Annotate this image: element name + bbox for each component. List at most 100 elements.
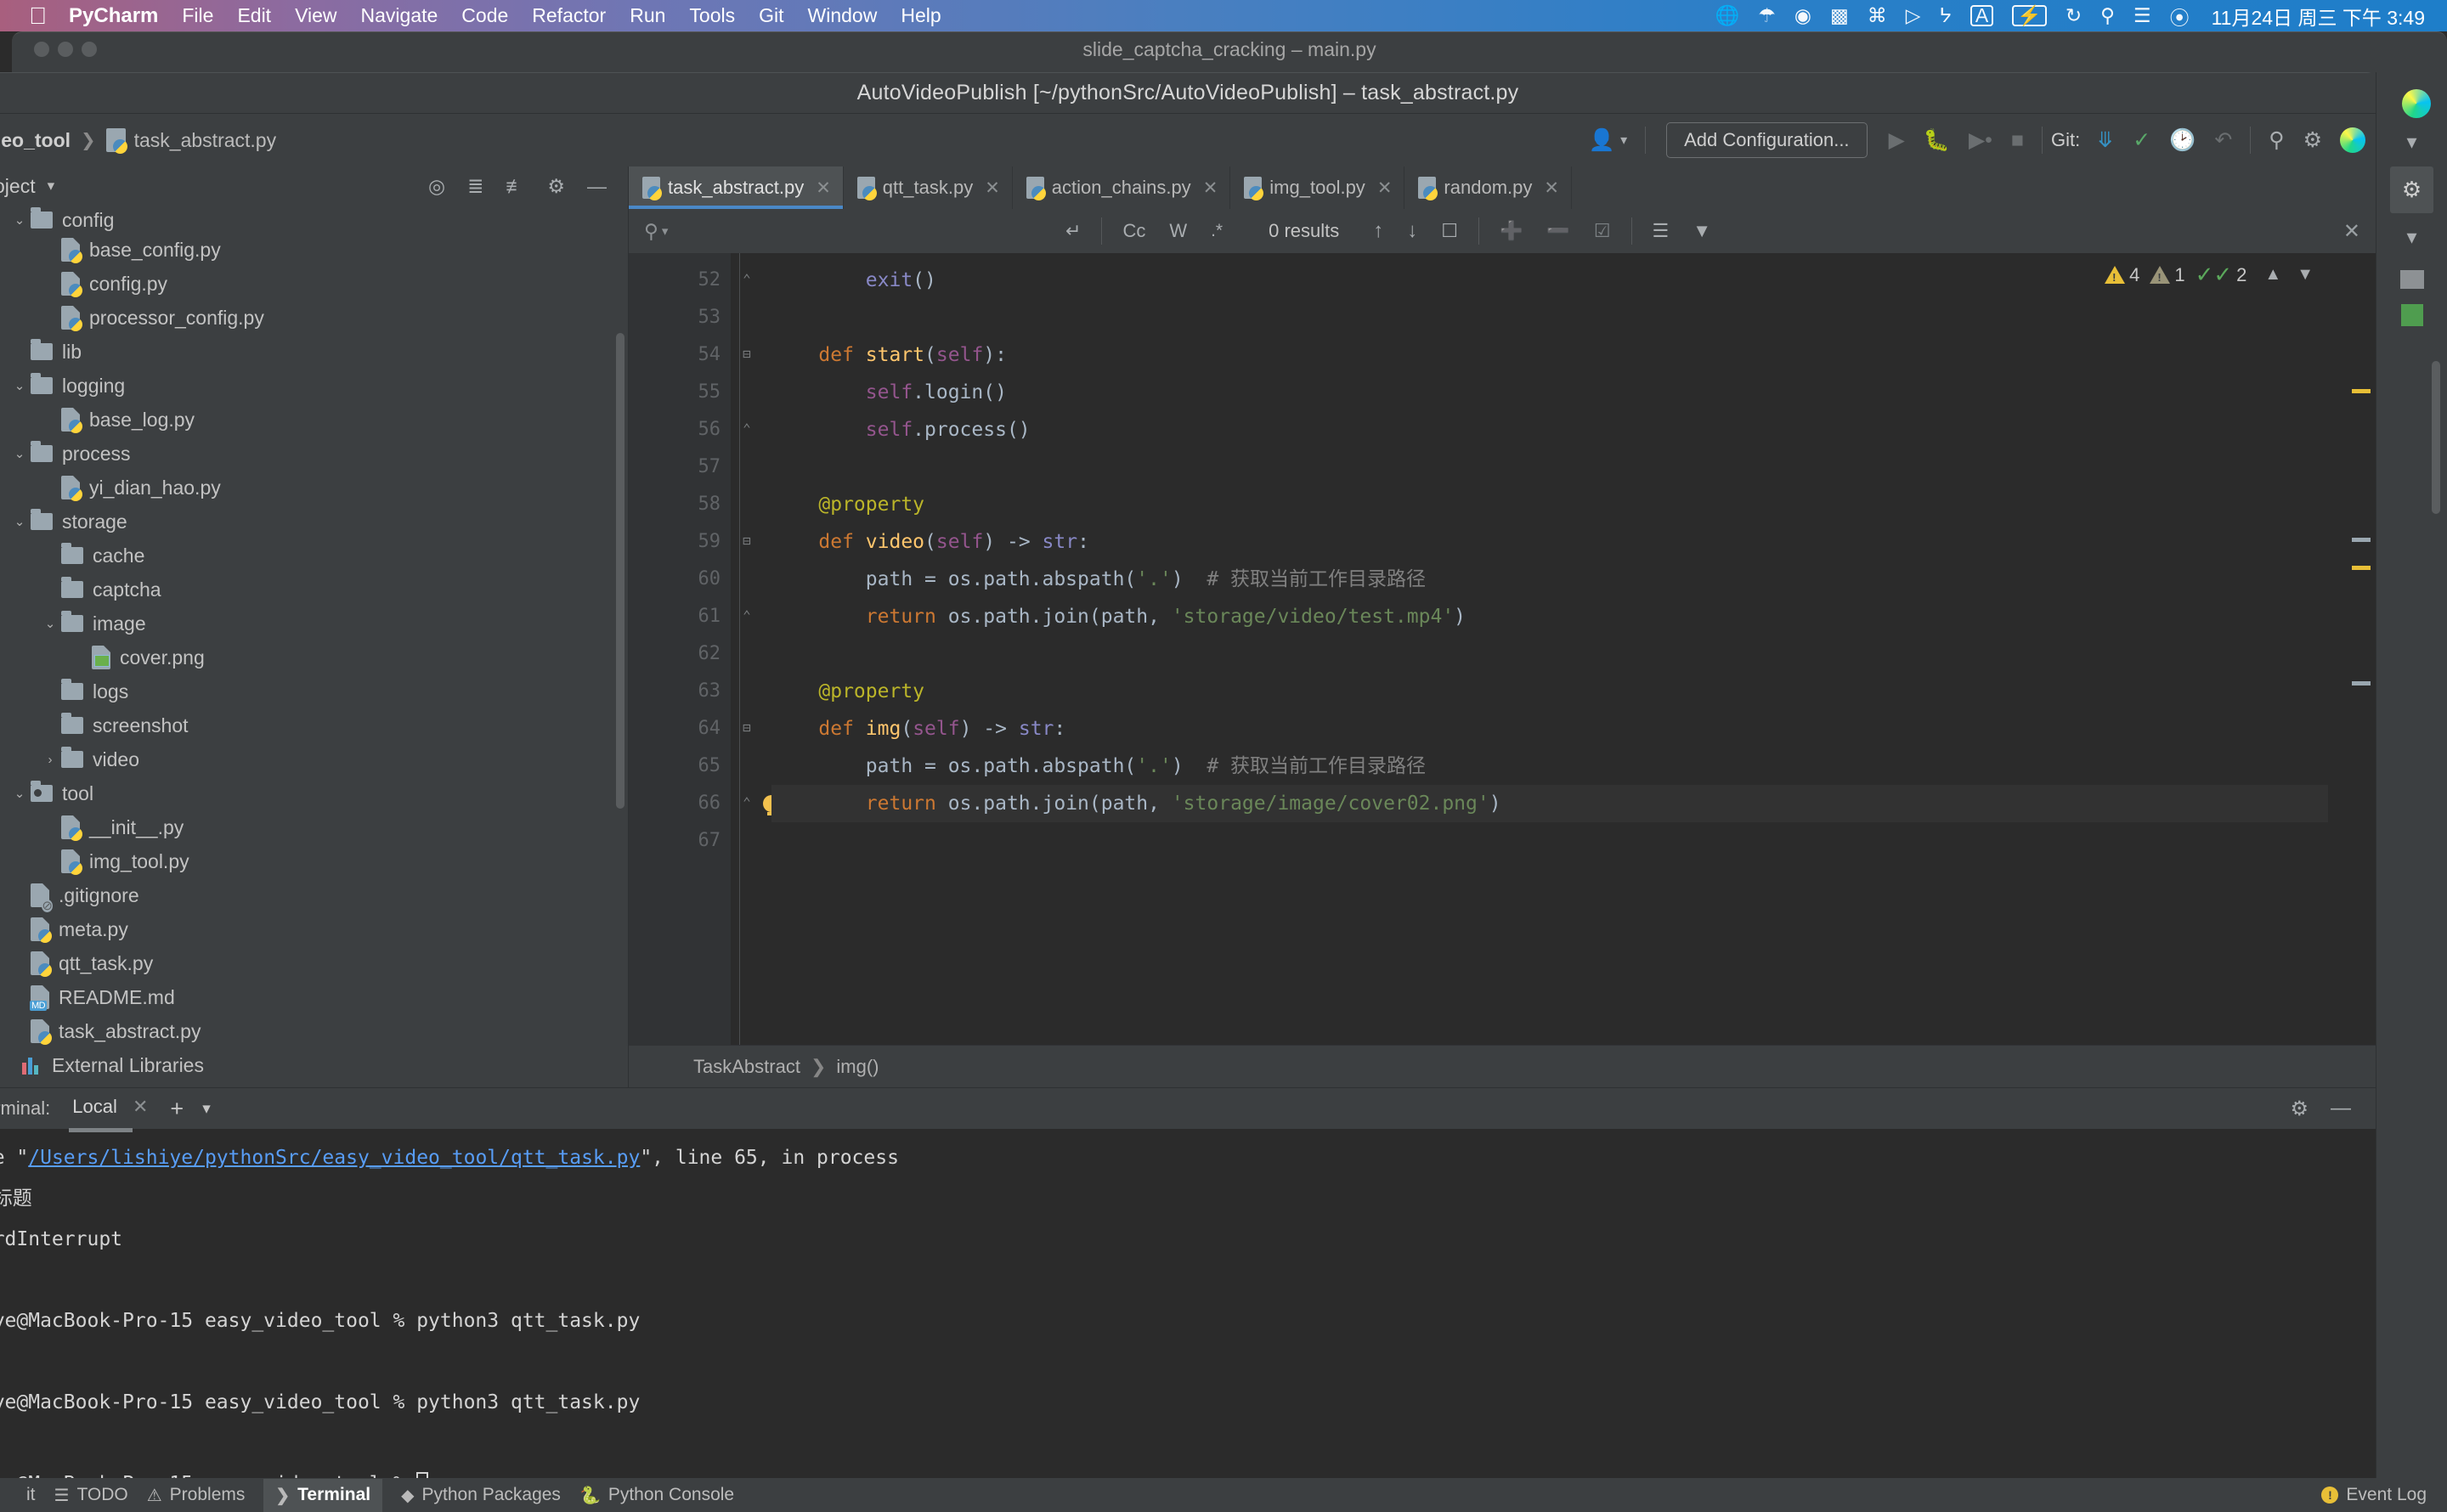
chevron-down-icon[interactable]: ⌄ bbox=[8, 446, 31, 461]
match-case-toggle[interactable]: Cc bbox=[1110, 220, 1157, 242]
words-toggle[interactable]: W bbox=[1157, 220, 1199, 242]
menu-app-name[interactable]: PyCharm bbox=[69, 4, 158, 28]
code-line[interactable] bbox=[771, 822, 2328, 860]
tree-node[interactable]: __init__.py bbox=[0, 810, 628, 844]
settings-gear-icon[interactable]: ⚙ bbox=[2279, 1097, 2320, 1121]
expand-all-icon[interactable]: ≣ bbox=[456, 175, 494, 198]
tree-node[interactable]: cache bbox=[0, 539, 628, 573]
line-number[interactable]: 63 bbox=[629, 673, 731, 710]
tree-node[interactable]: cover.png bbox=[0, 640, 628, 674]
chevron-down-icon[interactable]: ▼ bbox=[2289, 265, 2321, 285]
tree-node[interactable]: yi_dian_hao.py bbox=[0, 471, 628, 505]
tree-node[interactable]: External Libraries bbox=[0, 1048, 628, 1082]
code-line[interactable]: exit() bbox=[771, 262, 2328, 299]
code-line[interactable]: def start(self): bbox=[771, 336, 2328, 374]
tree-node[interactable]: › video bbox=[0, 742, 628, 776]
terminal-output[interactable]: ile "/Users/lishiye/pythonSrc/easy_video… bbox=[0, 1129, 2376, 1512]
input-source-icon[interactable]: A bbox=[1969, 5, 1994, 26]
line-number[interactable]: 66 ⌃ bbox=[629, 785, 780, 822]
tree-node[interactable]: README.md bbox=[0, 980, 628, 1014]
hide-icon[interactable]: — bbox=[576, 175, 618, 198]
editor-tab[interactable]: action_chains.py ✕ bbox=[1013, 166, 1231, 209]
close-icon[interactable]: ✕ bbox=[1203, 178, 1218, 199]
gutter-change-marker[interactable] bbox=[2352, 538, 2371, 542]
close-icon[interactable]: ✕ bbox=[2343, 219, 2376, 244]
code-line[interactable]: self.login() bbox=[771, 374, 2328, 411]
line-number[interactable]: 67 bbox=[629, 822, 731, 860]
tree-node[interactable]: meta.py bbox=[0, 912, 628, 946]
command-icon[interactable]: ⌘ bbox=[1868, 4, 1887, 27]
chevron-down-icon-2[interactable]: ▾ bbox=[2406, 213, 2416, 262]
code-line[interactable]: self.process() bbox=[771, 411, 2328, 449]
code-line[interactable] bbox=[771, 635, 2328, 673]
pycharm-logo-icon[interactable] bbox=[2340, 127, 2365, 153]
tree-node[interactable]: task_abstract.py bbox=[0, 1014, 628, 1048]
code-line[interactable]: path = os.path.abspath('.') # 获取当前工作目录路径 bbox=[771, 748, 2328, 785]
editor-right-gutter[interactable] bbox=[2328, 253, 2376, 1045]
line-number[interactable]: 56 ⌃ bbox=[629, 411, 751, 449]
tree-node[interactable]: processor_config.py bbox=[0, 301, 628, 335]
git-rollback-icon[interactable]: ↶ bbox=[2205, 127, 2241, 153]
gutter-warning-marker[interactable] bbox=[2352, 389, 2371, 393]
add-occurrence-icon[interactable]: ➕ bbox=[1488, 220, 1534, 242]
code-line[interactable] bbox=[771, 299, 2328, 336]
settings-gear-icon[interactable]: ⚙ bbox=[2294, 127, 2331, 153]
git-update-project-icon[interactable]: ⤋ bbox=[2087, 127, 2123, 153]
user-avatar-icon[interactable]: 👤 ▾ bbox=[1580, 128, 1636, 153]
code-line[interactable]: def img(self) -> str: bbox=[771, 710, 2328, 748]
tree-node[interactable]: ⌄ storage bbox=[0, 505, 628, 539]
locate-icon[interactable]: ◎ bbox=[417, 175, 456, 198]
code-line[interactable]: def video(self) -> str: bbox=[771, 523, 2328, 561]
code-line[interactable]: return os.path.join(path, 'storage/video… bbox=[771, 598, 2328, 635]
bluetooth-icon[interactable]: ᔭ bbox=[1939, 4, 1951, 27]
chevron-down-icon[interactable]: ⌄ bbox=[8, 212, 31, 228]
menu-run[interactable]: Run bbox=[630, 4, 665, 27]
line-number[interactable]: 58 bbox=[629, 486, 731, 523]
chevron-down-icon[interactable]: ⌄ bbox=[8, 378, 31, 393]
menu-icon[interactable] bbox=[2399, 270, 2424, 289]
line-number-gutter[interactable]: 52 ⌃ 53 54 ⊟ 55 56 ⌃ 57 58 59 ⊟ 60 61 ⌃ 62 63 64 ⊟ 65 66 ⌃ 67 bbox=[629, 253, 780, 1045]
tree-node[interactable]: base_log.py bbox=[0, 403, 628, 437]
close-button[interactable] bbox=[34, 42, 49, 57]
tree-node[interactable]: ⌄ tool bbox=[0, 776, 628, 810]
close-icon[interactable]: ✕ bbox=[1377, 178, 1393, 199]
status-item-problems[interactable]: ⚠ Problems bbox=[147, 1485, 246, 1506]
status-item-python-packages[interactable]: ◆ Python Packages bbox=[401, 1485, 561, 1506]
line-number[interactable]: 65 bbox=[629, 748, 731, 785]
line-number[interactable]: 62 bbox=[629, 635, 731, 673]
line-number[interactable]: 64 ⊟ bbox=[629, 710, 751, 748]
status-item-git[interactable]: it bbox=[19, 1485, 36, 1505]
code-line[interactable] bbox=[771, 449, 2328, 486]
editor-tab[interactable]: img_tool.py ✕ bbox=[1230, 166, 1405, 209]
chevron-right-icon[interactable]: › bbox=[39, 753, 61, 767]
chevron-down-icon[interactable]: ▾ bbox=[2406, 118, 2416, 166]
siri-icon[interactable]: ⦿ bbox=[2170, 2, 2190, 31]
apple-icon[interactable]:  bbox=[29, 3, 47, 28]
search-icon[interactable]: ⚲ bbox=[2100, 4, 2115, 27]
line-number[interactable]: 57 bbox=[629, 449, 731, 486]
debug-icon[interactable]: 🐛 bbox=[1914, 128, 1959, 153]
line-number[interactable]: 61 ⌃ bbox=[629, 598, 751, 635]
terminal-file-link[interactable]: /Users/lishiye/pythonSrc/easy_video_tool… bbox=[28, 1147, 640, 1169]
tree-node[interactable]: img_tool.py bbox=[0, 844, 628, 878]
status-item-python-console[interactable]: 🐍 Python Console bbox=[579, 1485, 734, 1506]
collapse-all-icon[interactable]: ≢ bbox=[494, 175, 536, 198]
run-coverage-icon[interactable]: ▶• bbox=[1959, 127, 2002, 153]
line-number[interactable]: 52 ⌃ bbox=[629, 262, 751, 299]
multiline-icon[interactable]: ↵ bbox=[1054, 220, 1093, 242]
hide-icon[interactable]: — bbox=[2320, 1097, 2362, 1120]
maximize-button[interactable] bbox=[82, 42, 97, 57]
chevron-down-icon[interactable]: ▾ bbox=[662, 223, 669, 239]
tree-node[interactable]: lib bbox=[0, 335, 628, 369]
remove-occurrence-icon[interactable]: ➖ bbox=[1534, 220, 1581, 242]
globe-icon[interactable]: 🌐 bbox=[1715, 4, 1740, 27]
filter-icon[interactable]: ▼ bbox=[1681, 220, 1723, 242]
menu-help[interactable]: Help bbox=[901, 4, 941, 27]
line-number[interactable]: 53 bbox=[629, 299, 731, 336]
menu-window[interactable]: Window bbox=[808, 4, 878, 27]
stop-icon[interactable]: ■ bbox=[2002, 128, 2033, 153]
status-item-terminal[interactable]: ❯ Terminal bbox=[263, 1478, 383, 1512]
structure-icon[interactable] bbox=[2400, 304, 2423, 326]
arrow-up-icon[interactable]: ↑ bbox=[1361, 219, 1395, 243]
tree-node[interactable]: ⌄ process bbox=[0, 437, 628, 471]
